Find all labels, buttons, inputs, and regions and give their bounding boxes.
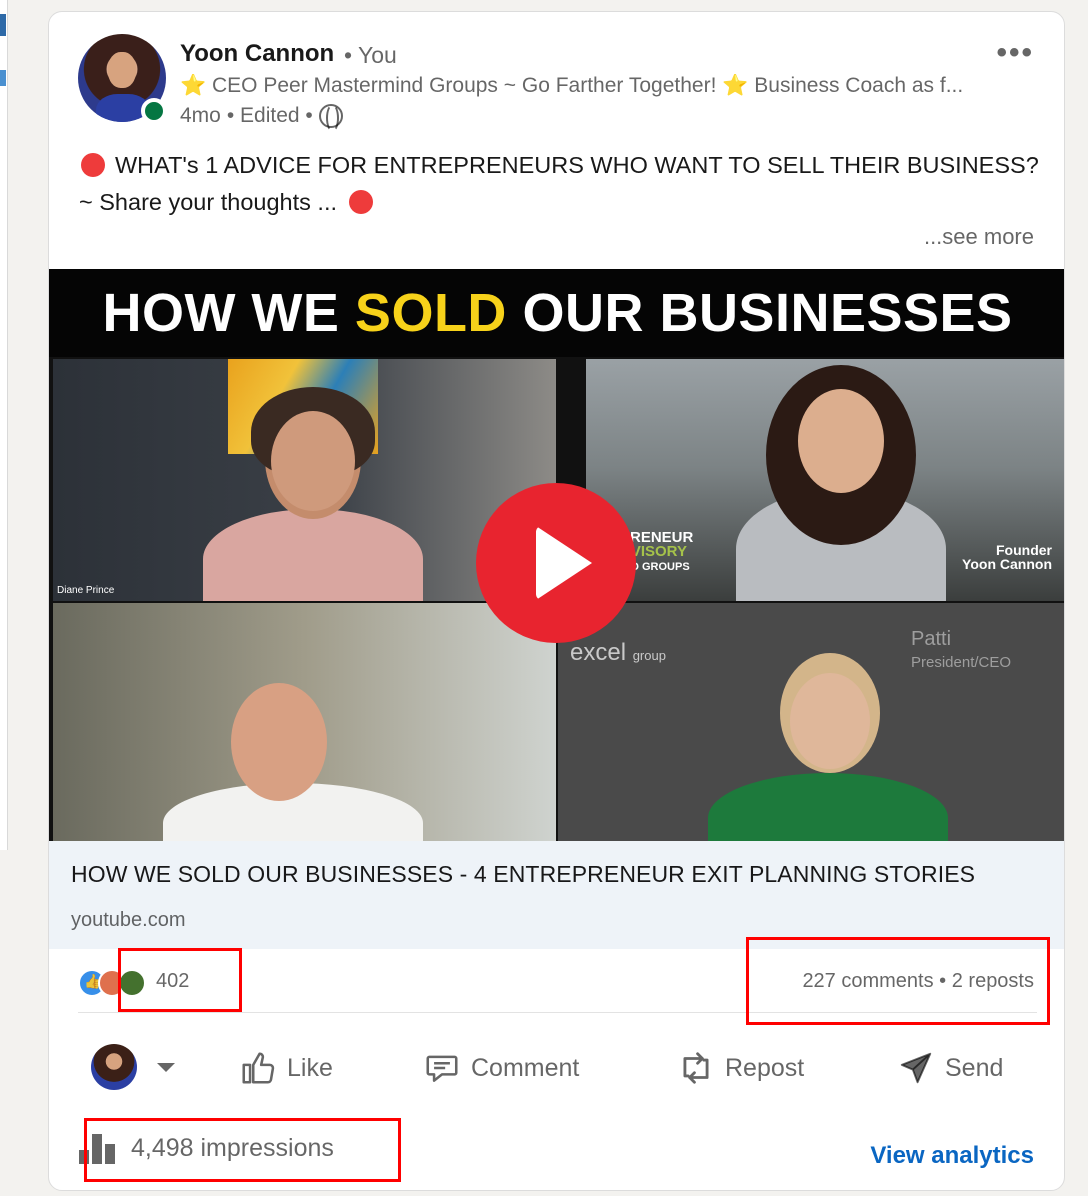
video-tile-patti: excel group Patti President/CEO xyxy=(558,603,1064,841)
video-thumbnail[interactable]: HOW WE SOLD OUR BUSINESSES Diane Prince … xyxy=(49,269,1064,841)
repost-button[interactable]: Repost xyxy=(677,1040,804,1096)
highlight-box-comments xyxy=(746,937,1050,1025)
thumbs-up-icon xyxy=(242,1052,275,1084)
like-label: Like xyxy=(287,1053,333,1082)
send-label: Send xyxy=(945,1053,1004,1082)
comment-icon xyxy=(426,1055,458,1082)
author-you-label: • You xyxy=(344,42,397,68)
repost-icon xyxy=(683,1052,709,1084)
participant-label: Founder Yoon Cannon xyxy=(962,542,1052,572)
logo-text: excel group xyxy=(570,639,666,666)
highlight-box-reactions xyxy=(118,948,242,1012)
red-circle-icon xyxy=(81,153,105,177)
link-title[interactable]: HOW WE SOLD OUR BUSINESSES - 4 ENTREPREN… xyxy=(71,861,975,888)
video-tile-yoon: PRENEUR DVISORY IND GROUPS Founder Yoon Can… xyxy=(586,359,1064,601)
background-page-edge xyxy=(0,0,8,850)
post-header: Yoon Cannon • You ⭐ CEO Peer Mastermind … xyxy=(49,12,1064,142)
edge-marker xyxy=(0,70,6,86)
headline-text-rest: Business Coach as f... xyxy=(754,74,964,97)
online-status-indicator xyxy=(141,98,167,124)
link-source: youtube.com xyxy=(71,909,186,931)
author-headline: ⭐ CEO Peer Mastermind Groups ~ Go Farthe… xyxy=(180,74,970,98)
star-icon: ⭐ xyxy=(180,74,207,97)
participant-label: Diane Prince xyxy=(57,585,115,596)
see-more-button[interactable]: ...see more xyxy=(924,224,1034,250)
comment-button[interactable]: Comment xyxy=(423,1040,579,1096)
star-icon: ⭐ xyxy=(722,74,749,97)
more-options-button[interactable]: ••• xyxy=(996,36,1034,70)
play-button-icon[interactable] xyxy=(476,483,636,643)
like-button[interactable]: Like xyxy=(239,1040,333,1096)
video-tile-man xyxy=(53,603,556,841)
chevron-down-icon xyxy=(157,1062,175,1072)
author-name[interactable]: Yoon Cannon xyxy=(180,40,334,68)
red-circle-icon xyxy=(349,190,374,214)
action-bar: Like Comment Repost Send xyxy=(49,1032,1064,1104)
comment-label: Comment xyxy=(471,1053,580,1082)
repost-label: Repost xyxy=(725,1053,805,1082)
participant-label: Patti President/CEO xyxy=(911,628,1012,671)
post-meta: 4mo • Edited • xyxy=(180,104,343,132)
post-as-selector[interactable] xyxy=(91,1044,175,1090)
post-text: WHAT's 1 ADVICE FOR ENTREPRENEURS WHO WA… xyxy=(79,147,1039,221)
post-edited: • Edited • xyxy=(226,104,313,127)
send-icon xyxy=(900,1052,932,1084)
headline-text: CEO Peer Mastermind Groups ~ Go Farther … xyxy=(212,74,717,97)
post-time: 4mo xyxy=(180,104,221,127)
post-text-line1: WHAT's 1 ADVICE FOR ENTREPRENEURS WHO WA… xyxy=(115,152,1039,178)
edge-marker xyxy=(0,14,6,36)
send-button[interactable]: Send xyxy=(897,1040,1003,1096)
video-banner-title: HOW WE SOLD OUR BUSINESSES xyxy=(49,269,1064,357)
highlight-box-impressions xyxy=(84,1118,401,1182)
my-avatar xyxy=(91,1044,137,1090)
post-text-line2: ~ Share your thoughts ... xyxy=(79,189,338,215)
link-preview[interactable]: HOW WE SOLD OUR BUSINESSES - 4 ENTREPREN… xyxy=(49,841,1064,949)
view-analytics-link[interactable]: View analytics xyxy=(870,1142,1034,1170)
globe-icon xyxy=(318,104,343,132)
